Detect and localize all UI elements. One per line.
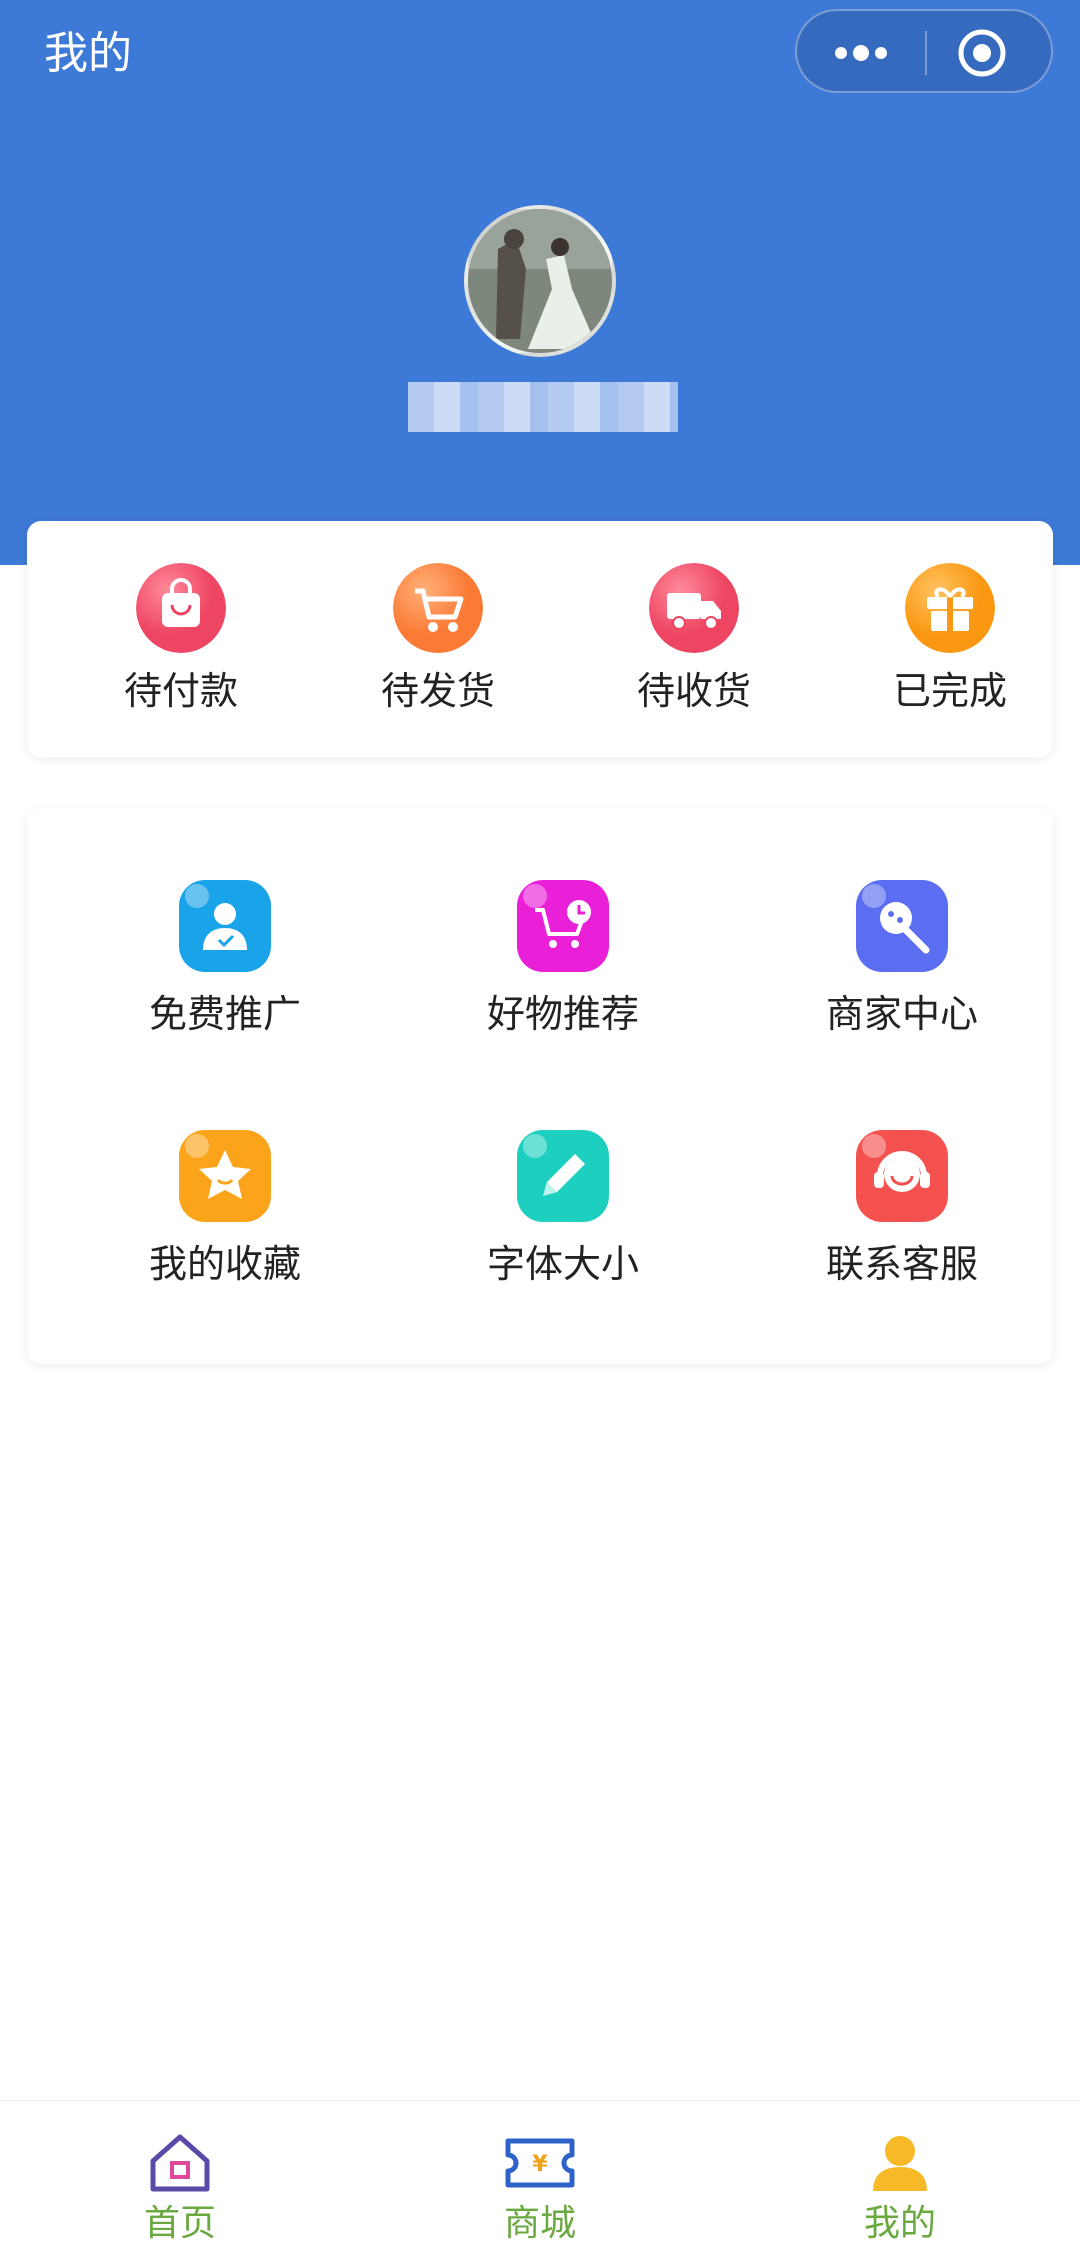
feature-font-size[interactable]: 字体大小 (433, 1130, 693, 1310)
user-icon (873, 2136, 927, 2191)
tab-home[interactable]: 首页 (80, 2131, 280, 2261)
feature-recommended-goods[interactable]: 好物推荐 (433, 880, 693, 1060)
user-check-icon (179, 880, 271, 972)
delivery-truck-icon (649, 563, 739, 653)
order-pending-payment[interactable]: 待付款 (81, 563, 281, 733)
order-label: 待收货 (636, 669, 751, 713)
avatar[interactable] (464, 205, 616, 357)
more-dots-icon[interactable] (827, 31, 895, 75)
tab-mine[interactable]: 我的 (800, 2131, 1000, 2261)
feature-free-promotion[interactable]: 免费推广 (95, 880, 355, 1060)
profile-header: 我的 (0, 0, 1080, 565)
tab-label: 我的 (863, 2203, 936, 2244)
shopping-bag-icon (136, 563, 226, 653)
tab-label: 商城 (503, 2203, 576, 2244)
feature-label: 商家中心 (825, 992, 978, 1036)
gift-icon (905, 563, 995, 653)
feature-label: 好物推荐 (486, 992, 639, 1036)
tab-label: 首页 (143, 2203, 216, 2244)
star-icon (179, 1130, 271, 1222)
order-label: 待发货 (380, 669, 495, 713)
pencil-icon (517, 1130, 609, 1222)
bottom-tab-bar: 首页 ¥ 商城 我的 (0, 2100, 1080, 2265)
page-title: 我的 (44, 28, 132, 79)
feature-label: 免费推广 (148, 992, 301, 1036)
feature-my-favorites[interactable]: 我的收藏 (95, 1130, 355, 1310)
feature-label: 我的收藏 (148, 1242, 301, 1286)
ticket-yen-icon: ¥ (505, 2138, 575, 2188)
headset-icon (856, 1130, 948, 1222)
order-status-card: 待付款 待发货 待收货 已完成 (27, 521, 1053, 757)
miniapp-capsule (795, 9, 1053, 93)
order-pending-shipment[interactable]: 待发货 (338, 563, 538, 733)
nickname-blurred (408, 382, 678, 432)
capsule-divider (925, 31, 927, 75)
order-label: 待付款 (123, 669, 238, 713)
order-label: 已完成 (892, 669, 1007, 713)
tab-mall[interactable]: ¥ 商城 (440, 2131, 640, 2261)
features-card: 免费推广 好物推荐 商家中心 我的收藏 字体大小 联系客服 (27, 808, 1053, 1364)
feature-customer-service[interactable]: 联系客服 (772, 1130, 1032, 1310)
svg-text:¥: ¥ (532, 2152, 548, 2177)
target-circle-icon[interactable] (957, 28, 1007, 78)
feature-label: 联系客服 (825, 1242, 978, 1286)
cart-icon (393, 563, 483, 653)
order-completed[interactable]: 已完成 (850, 563, 1050, 733)
order-pending-receipt[interactable]: 待收货 (594, 563, 794, 733)
feature-label: 字体大小 (486, 1242, 639, 1286)
home-icon (150, 2134, 210, 2192)
microphone-icon (856, 880, 948, 972)
cart-clock-icon (517, 880, 609, 972)
feature-merchant-center[interactable]: 商家中心 (772, 880, 1032, 1060)
